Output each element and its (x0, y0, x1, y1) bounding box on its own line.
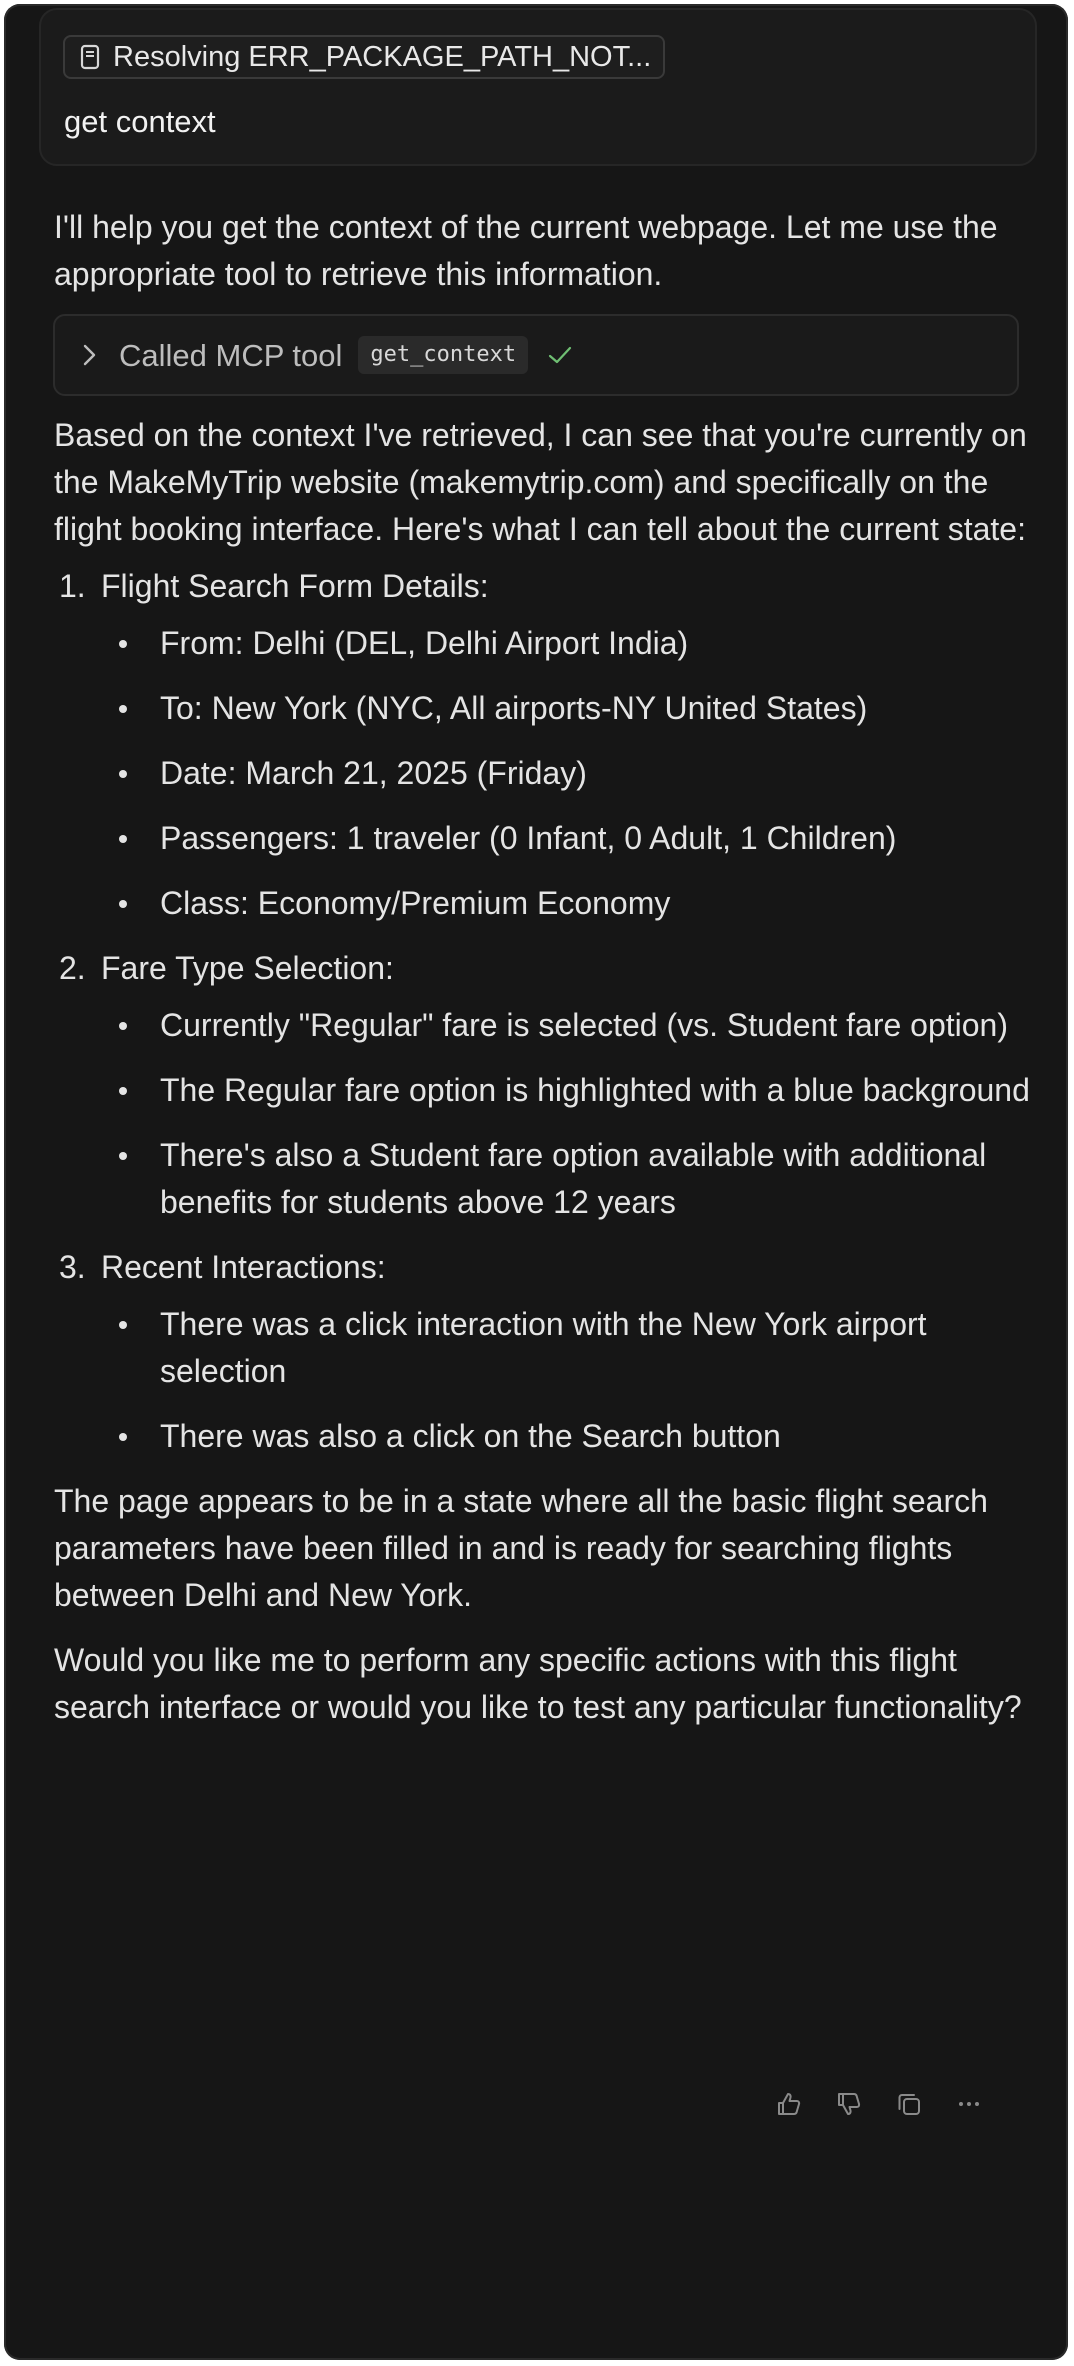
thumbs-down-icon[interactable] (834, 2089, 864, 2119)
assistant-summary: Based on the context I've retrieved, I c… (54, 417, 1027, 547)
section-number: 3. (59, 1249, 86, 1285)
context-chip-label: Resolving ERR_PACKAGE_PATH_NOT... (113, 40, 652, 73)
tool-call-row[interactable]: Called MCP tool get_context (53, 314, 1019, 396)
list-item: Date: March 21, 2025 (Friday) (114, 750, 1034, 797)
section-item: 2. Fare Type Selection: Currently "Regul… (54, 945, 1034, 1226)
list-item: The Regular fare option is highlighted w… (114, 1067, 1034, 1114)
document-icon (79, 44, 101, 70)
chat-panel: Resolving ERR_PACKAGE_PATH_NOT... get co… (4, 4, 1068, 2360)
assistant-message: I'll help you get the context of the cur… (53, 204, 1034, 1731)
list-item: From: Delhi (DEL, Delhi Airport India) (114, 620, 1034, 667)
section-bullets: There was a click interaction with the N… (54, 1301, 1034, 1460)
section-number: 2. (59, 950, 86, 986)
list-item: Passengers: 1 traveler (0 Infant, 0 Adul… (114, 815, 1034, 862)
user-message[interactable]: Resolving ERR_PACKAGE_PATH_NOT... get co… (39, 8, 1037, 166)
tool-call-label: Called MCP tool (119, 337, 343, 373)
list-item: Class: Economy/Premium Economy (114, 880, 1034, 927)
section-item: 1. Flight Search Form Details: From: Del… (54, 563, 1034, 927)
section-item: 3. Recent Interactions: There was a clic… (54, 1244, 1034, 1460)
list-item: To: New York (NYC, All airports-NY Unite… (114, 685, 1034, 732)
context-chip[interactable]: Resolving ERR_PACKAGE_PATH_NOT... (63, 35, 666, 79)
section-title: Recent Interactions: (101, 1249, 386, 1285)
user-message-text: get context (64, 104, 216, 139)
message-actions (774, 2089, 1014, 2119)
chevron-right-icon (81, 341, 99, 369)
list-item: There was a click interaction with the N… (114, 1301, 1034, 1395)
sections-list: 1. Flight Search Form Details: From: Del… (54, 563, 1034, 1460)
check-icon (546, 341, 574, 369)
section-bullets: Currently "Regular" fare is selected (vs… (54, 1002, 1034, 1226)
thumbs-up-icon[interactable] (774, 2089, 804, 2119)
section-title: Flight Search Form Details: (101, 568, 489, 604)
assistant-question: Would you like me to perform any specifi… (54, 1642, 1022, 1725)
list-item: Currently "Regular" fare is selected (vs… (114, 1002, 1034, 1049)
section-number: 1. (59, 568, 86, 604)
section-bullets: From: Delhi (DEL, Delhi Airport India) T… (54, 620, 1034, 927)
more-icon[interactable] (954, 2089, 984, 2119)
assistant-closing: The page appears to be in a state where … (54, 1483, 988, 1613)
list-item: There's also a Student fare option avail… (114, 1132, 1034, 1226)
section-title: Fare Type Selection: (101, 950, 394, 986)
list-item: There was also a click on the Search but… (114, 1413, 1034, 1460)
assistant-intro: I'll help you get the context of the cur… (54, 209, 998, 292)
tool-name-badge: get_context (358, 336, 529, 374)
copy-icon[interactable] (894, 2089, 924, 2119)
